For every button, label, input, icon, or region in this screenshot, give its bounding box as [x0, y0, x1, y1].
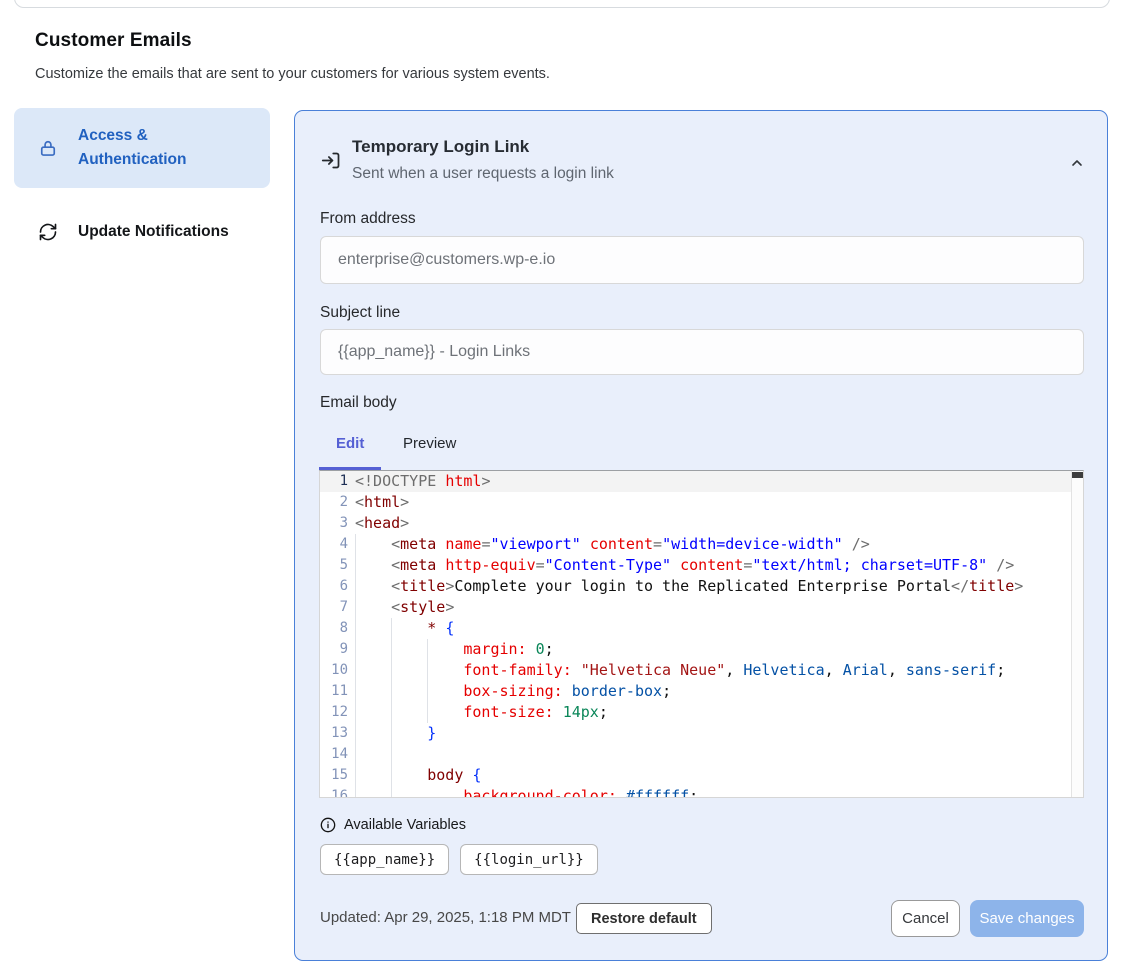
panel-title: Temporary Login Link [352, 137, 529, 157]
code-line: 5 <meta http-equiv="Content-Type" conten… [320, 555, 1083, 576]
code-editor[interactable]: 1<!DOCTYPE html>2<html>3<head>4 <meta na… [319, 470, 1084, 798]
code-line-text: font-family: "Helvetica Neue", Helvetica… [348, 660, 1005, 681]
sidebar-item-label: Access & Authentication [78, 124, 228, 172]
code-line-text: <head> [348, 513, 409, 534]
page-title: Customer Emails [35, 30, 192, 52]
line-number: 6 [320, 576, 348, 597]
code-line: 16 background-color: #ffffff; [320, 786, 1083, 798]
sidebar-item-access-authentication[interactable]: Access & Authentication [14, 108, 270, 188]
code-line-text: font-size: 14px; [348, 702, 608, 723]
code-line-text: background-color: #ffffff; [348, 786, 698, 798]
line-number: 8 [320, 618, 348, 639]
line-number: 1 [320, 471, 348, 492]
line-number: 16 [320, 786, 348, 798]
variable-chips: {{app_name}} {{login_url}} [320, 844, 598, 875]
temporary-login-link-panel: Temporary Login Link Sent when a user re… [294, 110, 1108, 961]
panel-subtitle: Sent when a user requests a login link [352, 165, 614, 183]
code-line: 9 margin: 0; [320, 639, 1083, 660]
line-number: 10 [320, 660, 348, 681]
code-line-text: <meta http-equiv="Content-Type" content=… [348, 555, 1014, 576]
variable-chip-login-url[interactable]: {{login_url}} [460, 844, 598, 875]
code-line: 8 * { [320, 618, 1083, 639]
code-line-text: body { [348, 765, 481, 786]
code-line-text: <style> [348, 597, 454, 618]
line-number: 15 [320, 765, 348, 786]
code-line-text: <title>Complete your login to the Replic… [348, 576, 1023, 597]
tab-preview[interactable]: Preview [403, 435, 456, 452]
line-number: 7 [320, 597, 348, 618]
log-in-icon [321, 150, 342, 171]
code-line: 3<head> [320, 513, 1083, 534]
code-line: 2<html> [320, 492, 1083, 513]
line-number: 14 [320, 744, 348, 765]
code-line-text: box-sizing: border-box; [348, 681, 671, 702]
code-line: 12 font-size: 14px; [320, 702, 1083, 723]
code-line: 6 <title>Complete your login to the Repl… [320, 576, 1083, 597]
collapse-panel-button[interactable] [1063, 149, 1091, 177]
sidebar-item-update-notifications[interactable]: Update Notifications [14, 204, 270, 260]
code-line-text: * { [348, 618, 454, 639]
code-line: 7 <style> [320, 597, 1083, 618]
variable-chip-app-name[interactable]: {{app_name}} [320, 844, 449, 875]
code-line: 1<!DOCTYPE html> [320, 471, 1083, 492]
editor-scrollbar [1071, 471, 1083, 797]
editor-scrollbar-thumb[interactable] [1072, 472, 1084, 478]
cancel-button[interactable]: Cancel [891, 900, 960, 937]
from-address-label: From address [320, 210, 416, 228]
code-line-text: <!DOCTYPE html> [348, 471, 490, 492]
code-line-text: <meta name="viewport" content="width=dev… [348, 534, 870, 555]
tab-edit[interactable]: Edit [336, 435, 364, 452]
email-body-label: Email body [320, 394, 397, 412]
info-icon [320, 817, 336, 833]
lock-icon [38, 138, 58, 158]
previous-card-edge [14, 0, 1110, 8]
code-line-text: } [348, 723, 436, 744]
code-line: 4 <meta name="viewport" content="width=d… [320, 534, 1083, 555]
code-line-text [348, 744, 355, 765]
line-number: 3 [320, 513, 348, 534]
line-number: 4 [320, 534, 348, 555]
line-number: 13 [320, 723, 348, 744]
subject-line-input[interactable] [320, 329, 1084, 375]
code-line-text: margin: 0; [348, 639, 554, 660]
sidebar-item-label: Update Notifications [78, 220, 229, 244]
code-line: 11 box-sizing: border-box; [320, 681, 1083, 702]
save-changes-button[interactable]: Save changes [970, 900, 1084, 937]
code-line: 10 font-family: "Helvetica Neue", Helvet… [320, 660, 1083, 681]
available-variables-row: Available Variables [320, 817, 466, 833]
code-line: 14 [320, 744, 1083, 765]
line-number: 5 [320, 555, 348, 576]
from-address-input[interactable] [320, 236, 1084, 284]
line-number: 2 [320, 492, 348, 513]
sidebar: Access & Authentication Update Notificat… [14, 108, 270, 260]
updated-timestamp: Updated: Apr 29, 2025, 1:18 PM MDT [320, 909, 571, 926]
restore-default-button[interactable]: Restore default [576, 903, 712, 934]
chevron-up-icon [1069, 155, 1085, 171]
code-line: 15 body { [320, 765, 1083, 786]
available-variables-label: Available Variables [344, 817, 466, 833]
refresh-icon [38, 222, 58, 242]
line-number: 12 [320, 702, 348, 723]
code-line-text: <html> [348, 492, 409, 513]
code-line: 13 } [320, 723, 1083, 744]
line-number: 11 [320, 681, 348, 702]
subject-line-label: Subject line [320, 304, 400, 322]
line-number: 9 [320, 639, 348, 660]
page-subtitle: Customize the emails that are sent to yo… [35, 66, 550, 82]
